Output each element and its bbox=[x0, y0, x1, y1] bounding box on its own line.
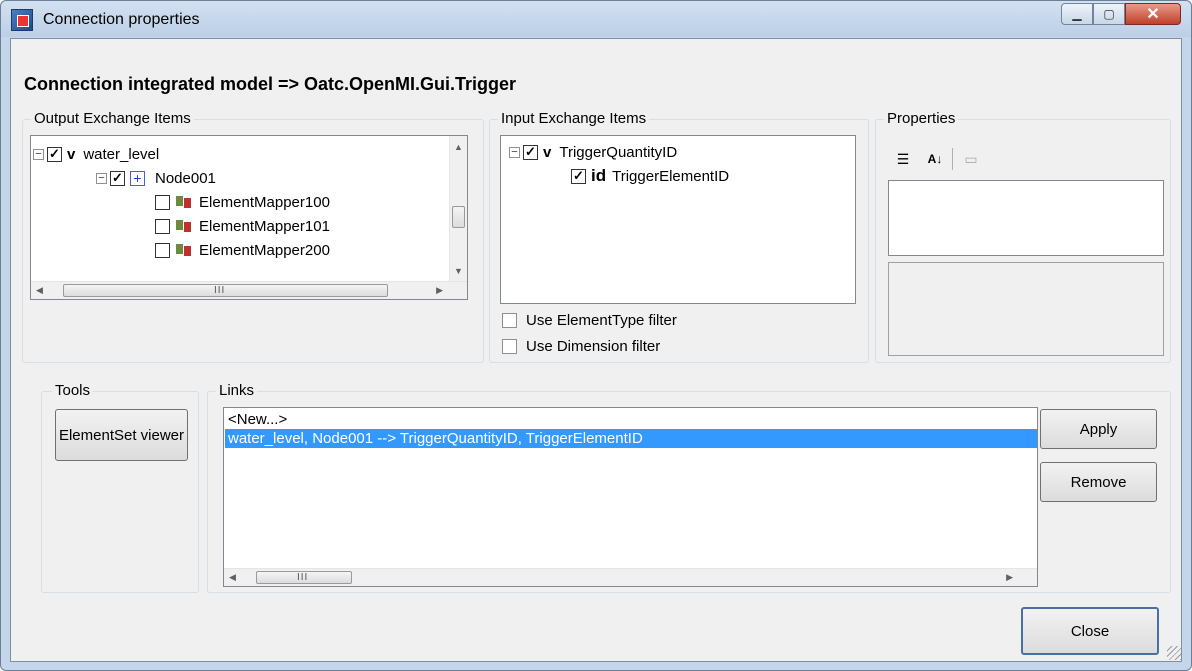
title-bar[interactable]: Connection properties ▁ ▢ ✕ bbox=[1, 1, 1191, 37]
tree-node-element-mapper[interactable]: ElementMapper200 bbox=[155, 239, 330, 261]
quantity-icon: v bbox=[67, 145, 76, 163]
window-title: Connection properties bbox=[43, 11, 200, 28]
properties-group: Properties ☰ A↓ ▭ bbox=[875, 110, 1171, 363]
minimize-button[interactable]: ▁ bbox=[1061, 3, 1093, 25]
checkbox-water-level[interactable]: ✓ bbox=[47, 146, 62, 162]
checkbox-element-mapper[interactable] bbox=[155, 242, 170, 258]
links-group: Links <New...> water_level, Node001 --> … bbox=[207, 382, 1171, 593]
scroll-up-icon[interactable]: ▲ bbox=[454, 142, 463, 152]
scrollbar-thumb[interactable] bbox=[452, 206, 465, 228]
tools-title: Tools bbox=[52, 382, 94, 399]
scroll-left-icon[interactable]: ◀ bbox=[229, 572, 236, 583]
input-exchange-items-group: Input Exchange Items − ✓ v TriggerQuanti… bbox=[489, 110, 869, 363]
close-button[interactable]: Close bbox=[1021, 607, 1159, 655]
alphabetical-sort-icon[interactable]: A↓ bbox=[924, 148, 946, 170]
links-list-item-new[interactable]: <New...> bbox=[225, 410, 1037, 429]
checkbox-trigger-quantity[interactable]: ✓ bbox=[523, 144, 538, 160]
maximize-icon: ▢ bbox=[1103, 7, 1115, 21]
tree-node-element-mapper[interactable]: ElementMapper100 bbox=[155, 191, 330, 213]
tree-node-label: ElementMapper200 bbox=[199, 241, 330, 259]
property-grid[interactable] bbox=[888, 180, 1164, 256]
element-set-icon: id bbox=[591, 166, 607, 185]
tree-node-node001[interactable]: − ✓ + Node001 bbox=[96, 167, 216, 189]
remove-button[interactable]: Remove bbox=[1040, 462, 1157, 502]
tools-group: Tools ElementSet viewer bbox=[41, 382, 199, 593]
elementtype-filter-checkbox[interactable] bbox=[502, 313, 517, 328]
apply-button[interactable]: Apply bbox=[1040, 409, 1157, 449]
vertical-scrollbar[interactable]: ▲ ▼ bbox=[449, 136, 467, 282]
tree-node-label: Node001 bbox=[155, 169, 216, 187]
quantity-icon: v bbox=[543, 143, 552, 161]
checkbox-node001[interactable]: ✓ bbox=[110, 170, 125, 186]
horizontal-scrollbar[interactable]: ◀ III ▶ bbox=[224, 568, 1037, 586]
collapse-icon[interactable]: − bbox=[509, 146, 520, 158]
element-mapper-icon bbox=[175, 194, 193, 210]
close-window-button[interactable]: ✕ bbox=[1125, 3, 1181, 25]
checkbox-element-mapper[interactable] bbox=[155, 194, 170, 210]
caption-buttons: ▁ ▢ ✕ bbox=[1061, 3, 1181, 25]
element-mapper-icon bbox=[175, 218, 193, 234]
tree-node-label: ElementMapper100 bbox=[199, 193, 330, 211]
links-title: Links bbox=[216, 382, 258, 399]
categorized-icon[interactable]: ☰ bbox=[892, 148, 914, 170]
output-exchange-items-title: Output Exchange Items bbox=[31, 110, 194, 127]
toolbar-separator bbox=[952, 148, 953, 170]
tree-node-water-level[interactable]: − ✓ v water_level bbox=[33, 143, 159, 165]
resize-grip-icon[interactable] bbox=[1167, 646, 1181, 660]
tree-node-trigger-element[interactable]: ✓ id TriggerElementID bbox=[571, 165, 729, 187]
tree-node-label: TriggerQuantityID bbox=[559, 143, 678, 161]
scroll-left-icon[interactable]: ◀ bbox=[36, 285, 43, 296]
element-set-icon: + bbox=[130, 170, 145, 186]
scroll-right-icon[interactable]: ▶ bbox=[1006, 572, 1013, 583]
tree-node-label: water_level bbox=[83, 145, 160, 163]
links-list-item-selected[interactable]: water_level, Node001 --> TriggerQuantity… bbox=[225, 429, 1037, 448]
output-items-tree[interactable]: − ✓ v water_level − ✓ + Node001 ElementM… bbox=[30, 135, 468, 300]
tree-node-trigger-quantity[interactable]: − ✓ v TriggerQuantityID bbox=[509, 141, 677, 163]
scrollbar-thumb[interactable]: III bbox=[256, 571, 352, 584]
dimension-filter-label: Use Dimension filter bbox=[526, 338, 661, 355]
elementset-viewer-button[interactable]: ElementSet viewer bbox=[55, 409, 188, 461]
input-items-tree[interactable]: − ✓ v TriggerQuantityID ✓ id TriggerElem… bbox=[500, 135, 856, 304]
maximize-button[interactable]: ▢ bbox=[1093, 3, 1125, 25]
close-icon: ✕ bbox=[1146, 6, 1160, 23]
tree-node-label: ElementMapper101 bbox=[199, 217, 330, 235]
element-mapper-icon bbox=[175, 242, 193, 258]
output-exchange-items-group: Output Exchange Items − ✓ v water_level … bbox=[22, 110, 484, 363]
use-dimension-filter[interactable]: Use Dimension filter bbox=[502, 338, 660, 355]
links-list[interactable]: <New...> water_level, Node001 --> Trigge… bbox=[223, 407, 1038, 587]
scrollbar-thumb[interactable]: III bbox=[63, 284, 388, 297]
scroll-right-icon[interactable]: ▶ bbox=[436, 285, 443, 296]
scroll-grip: III bbox=[214, 285, 226, 296]
input-exchange-items-title: Input Exchange Items bbox=[498, 110, 650, 127]
checkbox-trigger-element[interactable]: ✓ bbox=[571, 168, 586, 184]
horizontal-scrollbar[interactable]: ◀ III ▶ bbox=[31, 281, 467, 299]
scroll-grip: III bbox=[297, 572, 309, 583]
properties-title: Properties bbox=[884, 110, 959, 127]
property-description-panel bbox=[888, 262, 1164, 356]
elementtype-filter-label: Use ElementType filter bbox=[526, 312, 677, 329]
tree-node-label: TriggerElementID bbox=[612, 167, 730, 185]
app-icon bbox=[11, 9, 33, 31]
collapse-icon[interactable]: − bbox=[96, 172, 107, 184]
connection-heading: Connection integrated model => Oatc.Open… bbox=[24, 74, 517, 94]
dialog-window: Connection properties ▁ ▢ ✕ Connection i… bbox=[0, 0, 1192, 671]
tree-node-element-mapper[interactable]: ElementMapper101 bbox=[155, 215, 330, 237]
scroll-down-icon[interactable]: ▼ bbox=[454, 266, 463, 276]
minimize-icon: ▁ bbox=[1072, 7, 1082, 21]
dimension-filter-checkbox[interactable] bbox=[502, 339, 517, 354]
collapse-icon[interactable]: − bbox=[33, 148, 44, 160]
property-pages-icon: ▭ bbox=[964, 150, 978, 167]
use-elementtype-filter[interactable]: Use ElementType filter bbox=[502, 312, 677, 329]
checkbox-element-mapper[interactable] bbox=[155, 218, 170, 234]
